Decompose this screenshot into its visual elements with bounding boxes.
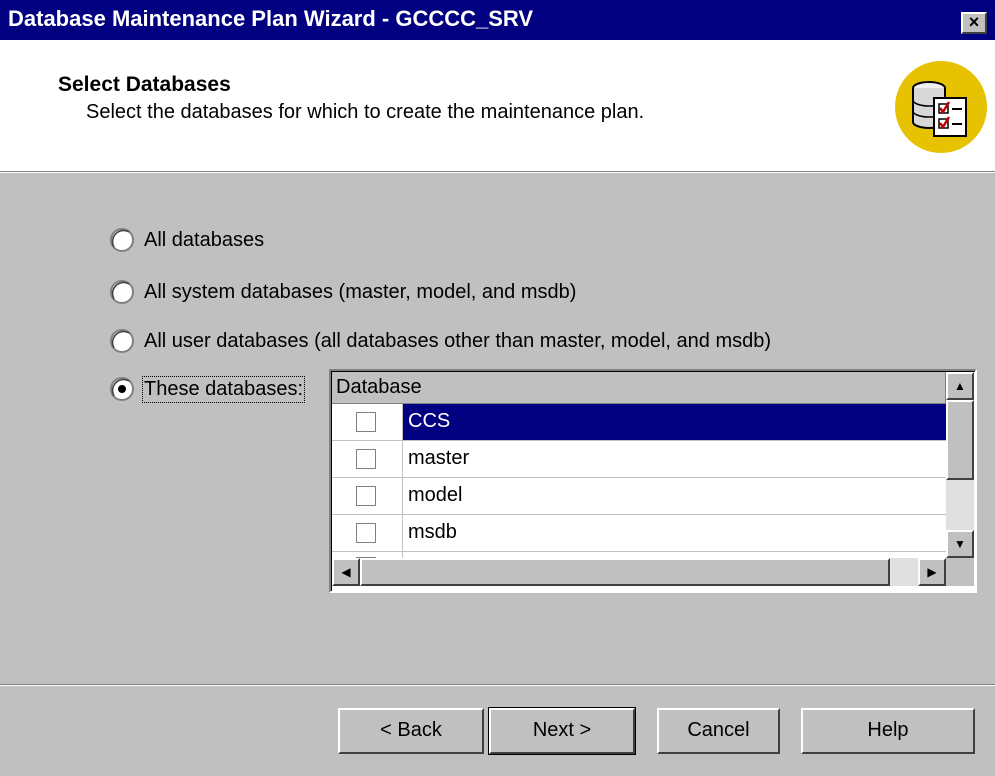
page-title: Select Databases (58, 73, 231, 96)
scroll-up-button[interactable]: ▲ (946, 372, 974, 400)
next-button[interactable]: Next > (488, 707, 636, 755)
row-checkbox[interactable] (356, 449, 376, 469)
scroll-left-button[interactable]: ◀ (332, 558, 360, 586)
column-header-database[interactable]: Database (332, 372, 946, 404)
page-subtitle: Select the databases for which to create… (86, 101, 645, 123)
database-name: master (408, 447, 470, 469)
close-icon: × (968, 12, 980, 32)
header-divider (0, 171, 995, 173)
table-row[interactable]: master (332, 441, 946, 478)
scroll-down-button[interactable]: ▼ (946, 530, 974, 558)
table-row[interactable]: msdb (332, 515, 946, 552)
vertical-scroll-thumb[interactable] (946, 400, 974, 480)
cancel-button[interactable]: Cancel (657, 708, 780, 754)
row-checkbox[interactable] (356, 486, 376, 506)
radio-all-system-databases[interactable] (109, 279, 135, 305)
database-name: msdb (408, 521, 457, 543)
help-button[interactable]: Help (801, 708, 975, 754)
radio-label-these-databases[interactable]: These databases: (142, 376, 305, 403)
radio-all-databases[interactable] (109, 227, 135, 253)
radio-label-all-system-databases[interactable]: All system databases (master, model, and… (144, 281, 576, 304)
close-button[interactable]: × (961, 12, 987, 34)
scroll-right-button[interactable]: ▶ (918, 558, 946, 586)
back-button[interactable]: < Back (338, 708, 484, 754)
horizontal-scroll-thumb[interactable] (360, 558, 890, 586)
radio-all-user-databases[interactable] (109, 328, 135, 354)
table-row[interactable]: CCS (332, 404, 946, 441)
title-bar[interactable]: Database Maintenance Plan Wizard - GCCCC… (0, 0, 995, 40)
scrollbar-corner (946, 558, 974, 586)
radio-label-all-user-databases[interactable]: All user databases (all databases other … (144, 330, 771, 353)
radio-label-all-databases[interactable]: All databases (144, 229, 264, 252)
database-grid[interactable]: Database CCS master model msdb ▲ ▼ ◀ ▶ (329, 369, 977, 593)
arrow-down-icon: ▼ (954, 537, 966, 551)
footer-divider (0, 684, 995, 686)
table-row[interactable]: model (332, 478, 946, 515)
wizard-header: Select Databases Select the databases fo… (0, 40, 995, 171)
window-title: Database Maintenance Plan Wizard - GCCCC… (8, 6, 534, 31)
arrow-up-icon: ▲ (954, 379, 966, 393)
database-name: model (408, 484, 463, 506)
arrow-left-icon: ◀ (341, 565, 351, 579)
vertical-scrollbar[interactable]: ▲ ▼ (946, 372, 974, 558)
radio-these-databases[interactable] (109, 376, 135, 402)
database-checklist-icon (895, 61, 987, 153)
database-name: CCS (408, 410, 451, 432)
row-checkbox[interactable] (356, 523, 376, 543)
horizontal-scrollbar[interactable]: ◀ ▶ (332, 558, 946, 586)
arrow-right-icon: ▶ (927, 565, 937, 579)
row-checkbox[interactable] (356, 412, 376, 432)
